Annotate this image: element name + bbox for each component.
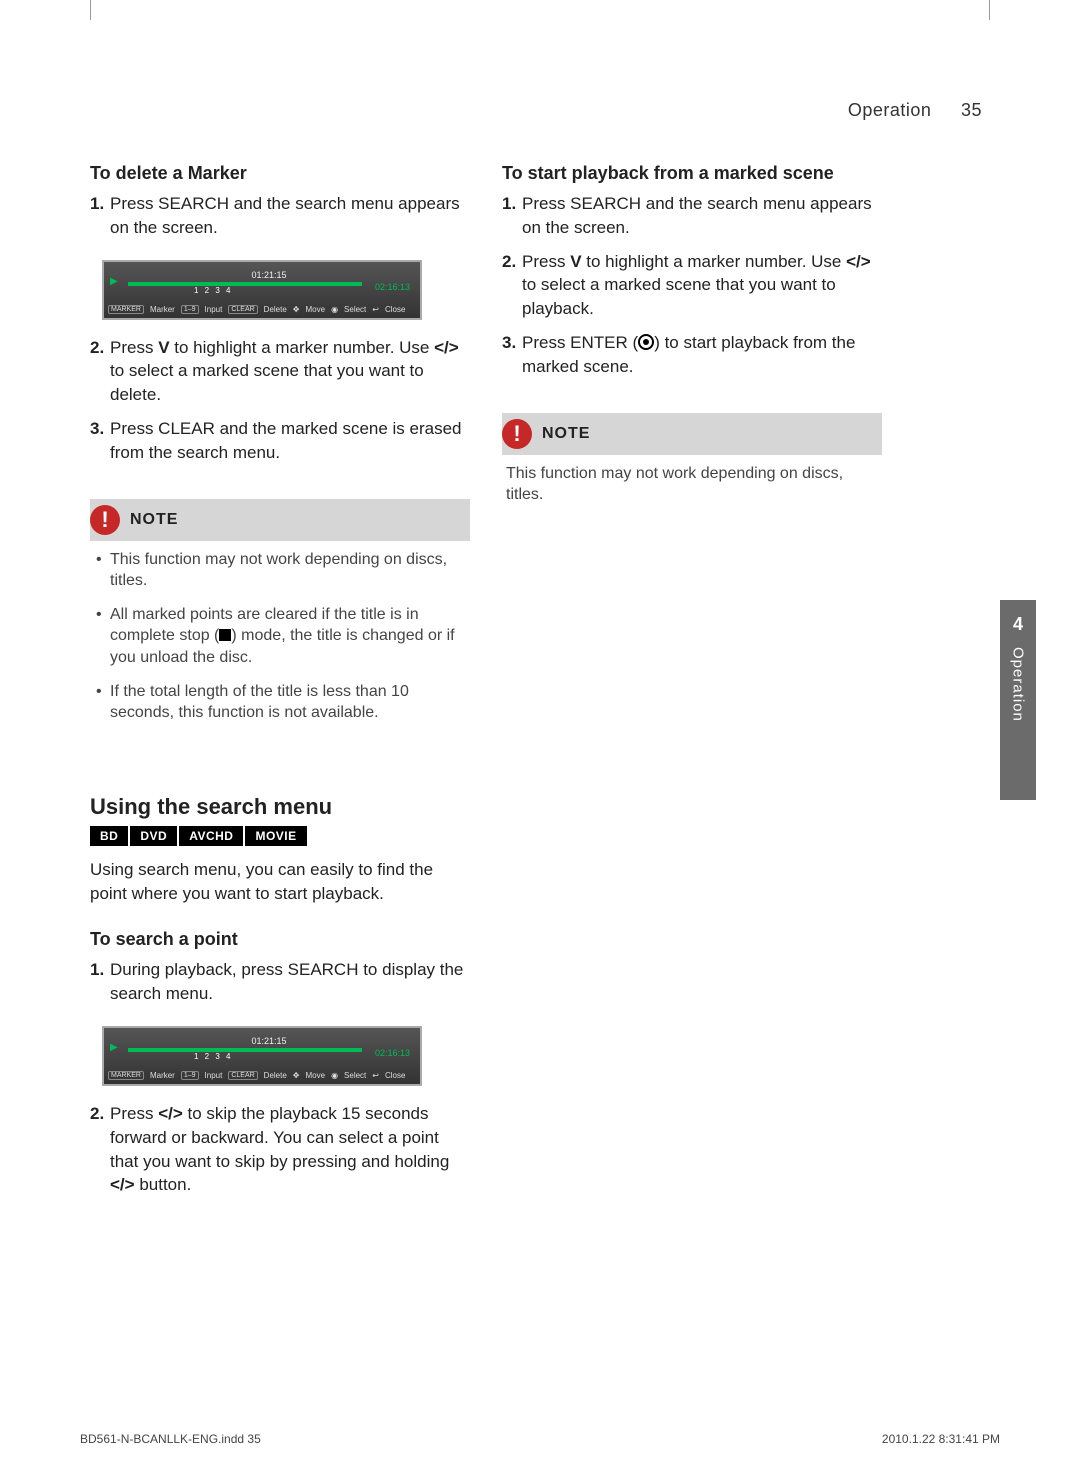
left-right-key-icon: </> [110,1175,135,1194]
step-number: 3. [90,417,104,441]
badge-avchd: AVCHD [179,826,243,846]
step-number: 1. [502,192,516,216]
step-number: 2. [90,1102,104,1126]
btn-marker: MARKER [108,305,144,314]
section-body: Using search menu, you can easily to fin… [90,858,470,906]
step-text: Press SEARCH and the search menu appears… [110,194,460,237]
footer-filename: BD561-N-BCANLLK-ENG.indd 35 [80,1432,261,1446]
right-column: To start playback from a marked scene 1.… [502,157,882,1207]
enter-icon [638,334,654,350]
down-key-icon: V [158,338,169,357]
note-title: NOTE [130,511,178,529]
label-input: Input [205,305,223,314]
step-number: 2. [502,250,516,274]
label-select: Select [344,1071,366,1080]
header-section: Operation [848,100,932,120]
side-tab-label: Operation [1010,647,1027,722]
label-marker: Marker [150,1071,175,1080]
step-text: Press </> to skip the playback 15 second… [110,1104,449,1194]
step-number: 1. [90,958,104,982]
btn-numbers: 1–9 [181,1071,199,1080]
note-item: This function may not work depending on … [94,549,466,592]
step: 2. Press V to highlight a marker number.… [502,250,882,321]
left-column: To delete a Marker 1. Press SEARCH and t… [90,157,470,1207]
marker-numbers: 1 2 3 4 [194,1052,232,1061]
note-box: ! NOTE This function may not work depend… [502,413,882,514]
time-end: 02:16:13 [375,1048,410,1058]
step-number: 3. [502,331,516,355]
side-tab-number: 4 [1013,614,1023,635]
step: 1. During playback, press SEARCH to disp… [90,958,470,1006]
label-delete: Delete [264,305,287,314]
down-key-icon: V [570,252,581,271]
header-page-number: 35 [961,100,982,120]
move-icon: ✥ [293,305,300,314]
label-delete: Delete [264,1071,287,1080]
select-icon: ◉ [331,1071,338,1080]
label-marker: Marker [150,305,175,314]
step: 1. Press SEARCH and the search menu appe… [90,192,470,240]
btn-marker: MARKER [108,1071,144,1080]
step-text: During playback, press SEARCH to display… [110,960,463,1003]
page-footer: BD561-N-BCANLLK-ENG.indd 35 2010.1.22 8:… [80,1432,1000,1446]
marker-numbers: 1 2 3 4 [194,286,232,295]
step-number: 2. [90,336,104,360]
note-icon: ! [502,419,532,449]
side-tab: 4 Operation [1000,600,1036,800]
label-move: Move [306,1071,326,1080]
label-select: Select [344,305,366,314]
note-item: If the total length of the title is less… [94,681,466,724]
step: 3. Press ENTER () to start playback from… [502,331,882,379]
search-menu-screenshot: ▶ 01:21:15 02:16:13 1 2 3 4 MARKER Marke… [102,260,422,320]
step-text: Press ENTER () to start playback from th… [522,333,855,376]
stop-icon [219,629,231,641]
select-icon: ◉ [331,305,338,314]
page-header: Operation 35 [90,100,990,121]
move-icon: ✥ [293,1071,300,1080]
left-right-key-icon: </> [846,252,871,271]
step-text: Press CLEAR and the marked scene is eras… [110,419,462,462]
heading-delete-marker: To delete a Marker [90,163,470,184]
btn-numbers: 1–9 [181,305,199,314]
label-move: Move [306,305,326,314]
step: 3. Press CLEAR and the marked scene is e… [90,417,470,465]
time-current: 01:21:15 [251,1036,286,1046]
note-title: NOTE [542,425,590,443]
btn-clear: CLEAR [228,305,257,314]
close-icon: ↩ [372,305,379,314]
note-item: This function may not work depending on … [506,463,878,506]
step: 2. Press </> to skip the playback 15 sec… [90,1102,470,1197]
note-item: All marked points are cleared if the tit… [94,604,466,669]
left-right-key-icon: </> [158,1104,183,1123]
heading-playback-marked: To start playback from a marked scene [502,163,882,184]
search-menu-screenshot: ▶ 01:21:15 02:16:13 1 2 3 4 MARKER Marke… [102,1026,422,1086]
note-box: ! NOTE This function may not work depend… [90,499,470,744]
step-text: Press V to highlight a marker number. Us… [522,252,871,319]
step-text: Press V to highlight a marker number. Us… [110,338,459,405]
footer-timestamp: 2010.1.22 8:31:41 PM [882,1432,1000,1446]
step-number: 1. [90,192,104,216]
badge-movie: MOVIE [245,826,306,846]
badge-bd: BD [90,826,128,846]
note-icon: ! [90,505,120,535]
label-input: Input [205,1071,223,1080]
step: 1. Press SEARCH and the search menu appe… [502,192,882,240]
label-close: Close [385,305,405,314]
section-title: Using the search menu [90,794,470,820]
format-badges: BD DVD AVCHD MOVIE [90,826,470,846]
badge-dvd: DVD [130,826,177,846]
btn-clear: CLEAR [228,1071,257,1080]
heading-search-point: To search a point [90,929,470,950]
label-close: Close [385,1071,405,1080]
time-end: 02:16:13 [375,282,410,292]
time-current: 01:21:15 [251,270,286,280]
left-right-key-icon: </> [434,338,459,357]
step: 2. Press V to highlight a marker number.… [90,336,470,407]
step-text: Press SEARCH and the search menu appears… [522,194,872,237]
play-icon: ▶ [110,276,118,287]
play-icon: ▶ [110,1042,118,1053]
close-icon: ↩ [372,1071,379,1080]
